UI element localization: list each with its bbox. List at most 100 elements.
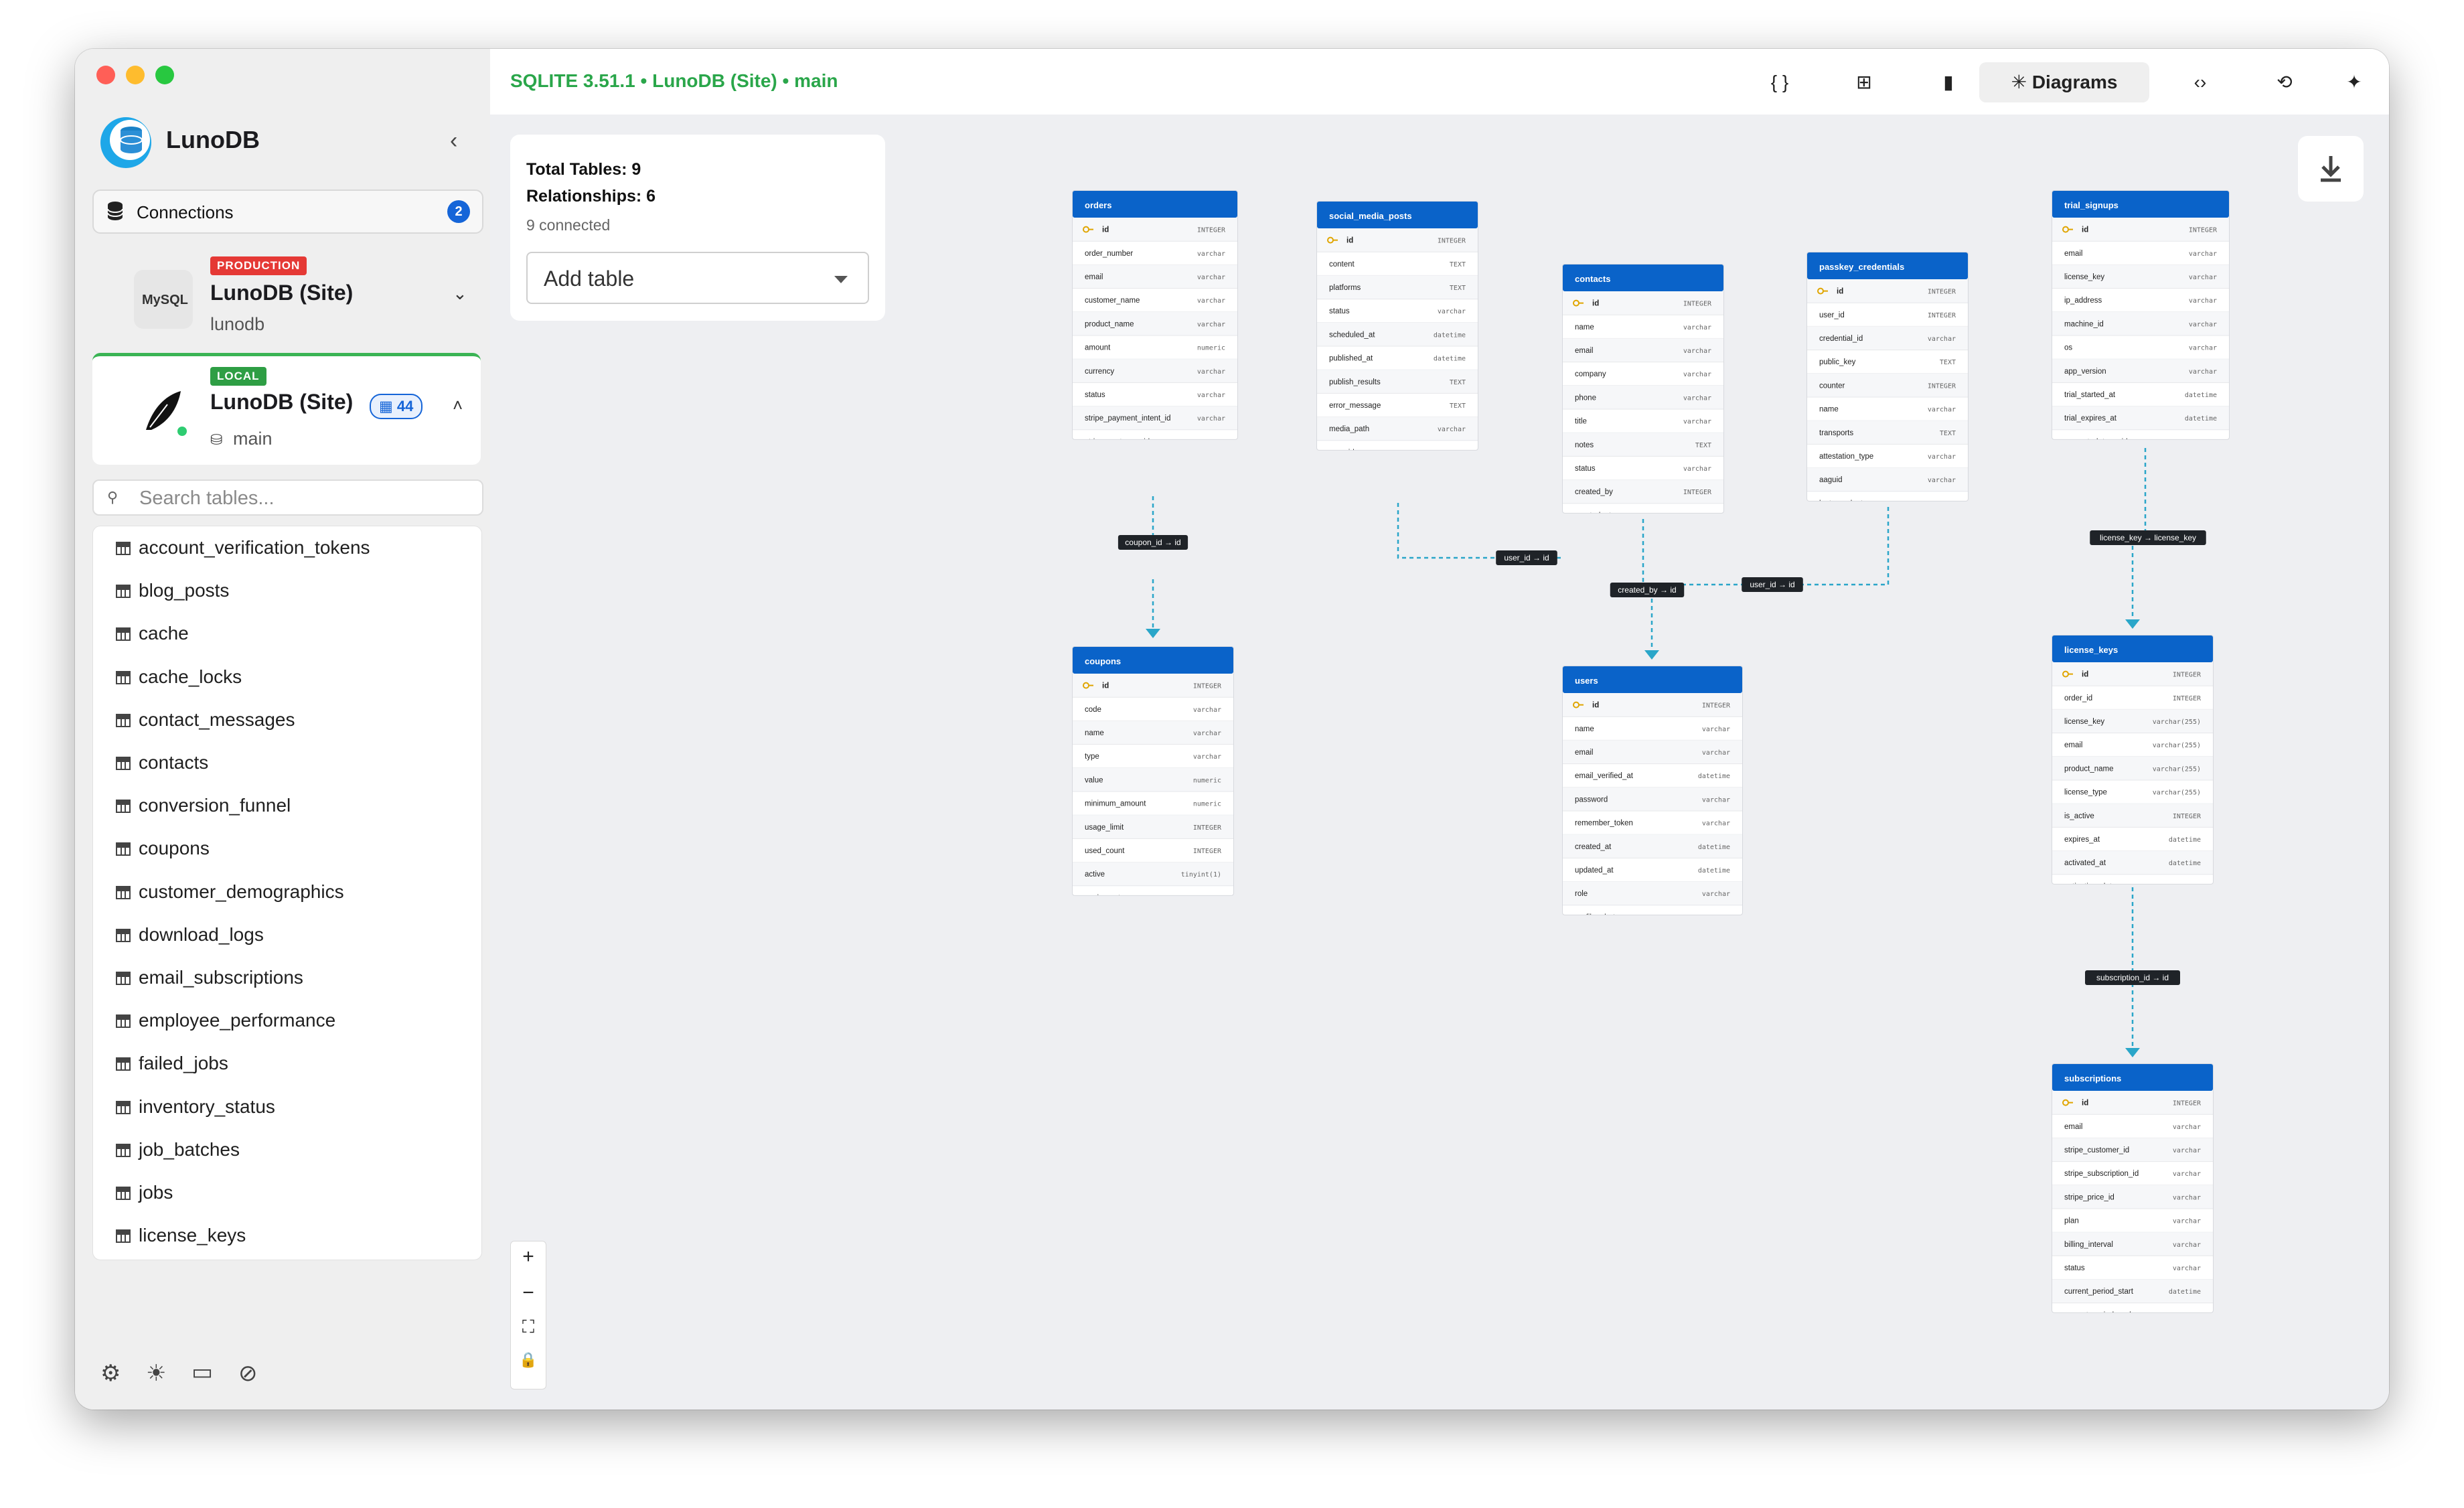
table-list-item[interactable]: inventory_status [116, 1096, 275, 1118]
brand-name: LunoDB [166, 126, 260, 153]
diagram-table-node[interactable]: passkey_credentialsid INTEGER user_id INTEG… [1806, 252, 1969, 515]
field-type: datetime [1698, 867, 1730, 875]
table-node-title: social_media_posts [1329, 211, 1412, 221]
maximize-window-button[interactable] [155, 66, 174, 84]
diagram-table-node[interactable]: ordersid INTEGERorder_number varcharemail v… [1072, 190, 1238, 453]
field-name: stripe_price_id [2064, 1193, 2114, 1201]
field-name: counter [1819, 382, 1845, 390]
table-icon [116, 753, 131, 770]
table-icon [116, 1183, 131, 1200]
download-button[interactable] [2298, 136, 2364, 202]
diagram-table-node[interactable]: contacts id INTEGER name varchar email varchar… [1562, 264, 1724, 527]
table-list-item[interactable]: failed_jobs [116, 1053, 228, 1074]
field-type: datetime [1679, 512, 1711, 520]
field-type: varchar(255) [2153, 765, 2201, 773]
field-name: order_id [2064, 694, 2092, 702]
connections-bar[interactable]: Connections 2 [92, 190, 483, 234]
schema-database-icon: ⛁ [210, 431, 223, 448]
zoom-in-icon[interactable]: + [511, 1246, 546, 1268]
field-type: TEXT [1450, 261, 1466, 269]
field-type: varchar [1702, 749, 1730, 757]
close-window-button[interactable] [96, 66, 115, 84]
table-list-item[interactable]: conversion_funnel [116, 795, 291, 816]
search-tables-input[interactable]: ⚲ Search tables... [92, 479, 483, 516]
table-list-item[interactable]: contact_messages [116, 709, 295, 731]
field-name: status [1575, 465, 1596, 473]
field-type: varchar [2189, 250, 2217, 258]
table-list-item[interactable]: download_logs [116, 924, 264, 946]
field-type: INTEGER [1683, 301, 1712, 308]
table-list-item[interactable]: cache_locks [116, 666, 242, 688]
field-type: varchar [2173, 1124, 2201, 1131]
sqlite-feather-icon [146, 391, 187, 436]
terminal-icon[interactable]: ▭ [191, 1359, 213, 1385]
field-name: stripe_customer_id [2064, 1146, 2129, 1154]
table-list-item[interactable]: email_subscriptions [116, 967, 303, 988]
table-count-badge: ▦ 44 [370, 394, 423, 419]
chevron-down-icon[interactable]: ⌄ [453, 283, 467, 304]
relationship-edge[interactable] [1146, 496, 1160, 638]
zoom-out-icon[interactable]: − [511, 1282, 546, 1304]
search-icon: ⚲ [107, 489, 119, 506]
table-list-item[interactable]: jobs [116, 1182, 173, 1203]
field-name: app_version [2064, 368, 2106, 376]
table-icon [116, 883, 131, 899]
chevron-up-icon[interactable]: ˄ [453, 395, 463, 416]
relationship-edge[interactable] [1397, 503, 1561, 559]
field-name: name [1819, 406, 1839, 414]
field-type: varchar [1702, 726, 1730, 733]
field-type: varchar [1928, 335, 1956, 343]
field-type: tinyint(1) [2177, 439, 2217, 446]
table-list-item[interactable]: coupons [116, 838, 210, 859]
field-name: code [1085, 706, 1101, 714]
disconnect-icon[interactable]: ⊘ [238, 1360, 258, 1387]
relationship-edge[interactable] [1652, 507, 1890, 586]
diagram-table-node[interactable]: social_media_postsid INTEGER content TEXT pl… [1316, 201, 1478, 464]
field-type: datetime [1434, 331, 1466, 339]
sun-icon[interactable]: ☀ [146, 1360, 166, 1387]
field-type: datetime [2169, 1312, 2201, 1319]
field-name: media_path [1329, 425, 1369, 433]
add-table-select[interactable]: Add table [526, 252, 869, 304]
table-list-label: failed_jobs [139, 1053, 228, 1074]
diagram-table-node[interactable]: users id INTEGER name varchar email varchar ema… [1562, 666, 1743, 929]
gear-icon[interactable]: ⚙ [100, 1360, 121, 1387]
diagram-table-node[interactable]: coupons id INTEGER code varchar name varchar ty… [1072, 646, 1234, 909]
field-type: datetime [1189, 895, 1221, 902]
svg-text:created_by → id: created_by → id [1618, 585, 1676, 595]
field-type: varchar(255) [2153, 789, 2201, 797]
table-icon [116, 581, 131, 599]
diagram-table-node[interactable]: subscriptions id INTEGER email varchar stripe… [2052, 1063, 2214, 1327]
field-name: email [1575, 347, 1593, 355]
field-type: datetime [1698, 844, 1730, 851]
table-list-item[interactable]: license_keys [116, 1225, 246, 1246]
table-node-title: passkey_credentials [1819, 262, 1904, 272]
table-icon [116, 668, 131, 684]
local-connection[interactable]: LOCAL LunoDB (Site) ▦ 44 ˄ ⛁ main [92, 353, 481, 465]
table-list-item[interactable]: cache [116, 623, 189, 644]
field-type: varchar [1683, 371, 1711, 378]
field-name: activated_at [2064, 859, 2106, 867]
diagram-table-node[interactable]: trial_signupsid INTEGER email varchar licens… [2052, 190, 2230, 453]
table-list-item[interactable]: employee_performance [116, 1010, 335, 1031]
table-list-item[interactable]: customer_demographics [116, 881, 344, 903]
fit-view-icon[interactable]: ⛶ [511, 1316, 546, 1338]
field-name: updated_at [1575, 866, 1614, 875]
local-schema-name: main [233, 429, 273, 449]
table-list-item[interactable]: blog_posts [116, 580, 229, 601]
minimize-window-button[interactable] [126, 66, 145, 84]
field-type: varchar [1683, 419, 1711, 426]
table-list-item[interactable]: job_batches [116, 1139, 240, 1160]
diagram-table-node[interactable]: license_keysid INTEGER order_id INTEGER lice… [2052, 635, 2214, 898]
field-type: varchar [2189, 297, 2217, 305]
collapse-sidebar-icon[interactable]: ‹ [450, 128, 457, 154]
table-list-item[interactable]: contacts [116, 752, 208, 773]
field-type: varchar [2189, 274, 2217, 281]
field-name: platforms [1329, 284, 1361, 292]
add-table-value: Add table [544, 267, 635, 291]
field-name: company [1575, 370, 1606, 378]
lock-icon[interactable]: 🔒 [511, 1351, 546, 1369]
table-list-item[interactable]: account_verification_tokens [116, 537, 370, 558]
table-list-label: employee_performance [139, 1010, 336, 1031]
svg-text:subscription_id → id: subscription_id → id [2096, 973, 2169, 982]
